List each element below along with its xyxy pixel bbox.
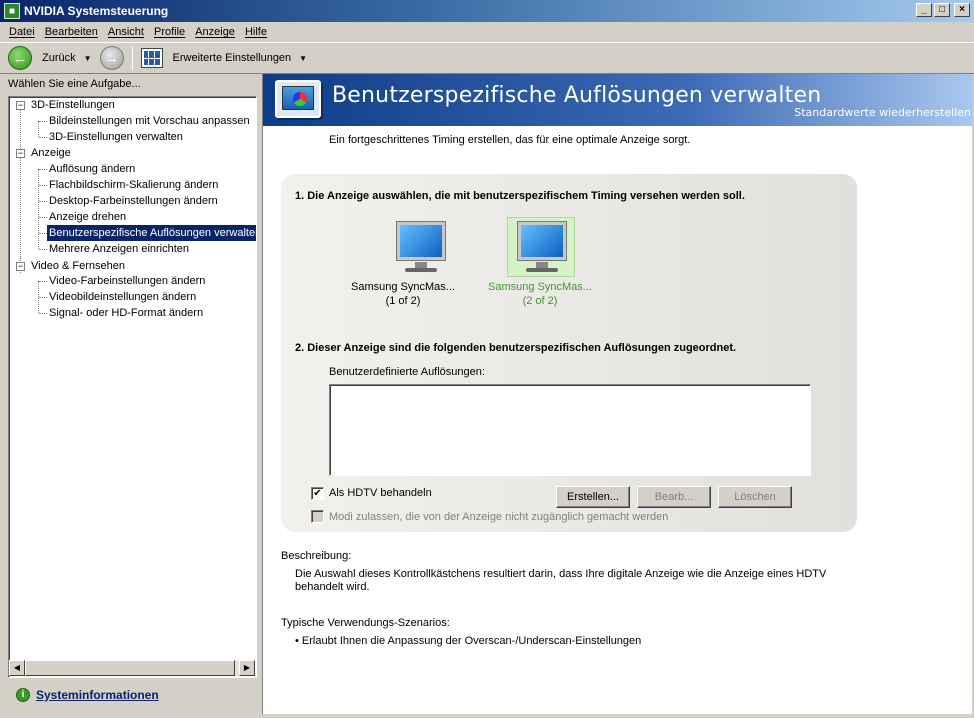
tree-item-farbeinstellungen[interactable]: Desktop-Farbeinstellungen ändern <box>49 193 218 209</box>
display-2-label[interactable]: Samsung SyncMas... (2 of 2) <box>475 280 605 308</box>
menu-bar: Datei Bearbeiten Ansicht Profile Anzeige… <box>0 22 974 42</box>
settings-panel: 1. Die Anzeige auswählen, die mit benutz… <box>281 174 857 532</box>
menu-ansicht[interactable]: Ansicht <box>103 26 149 38</box>
custom-resolutions-label: Benutzerdefinierte Auflösungen: <box>329 366 485 378</box>
tree-item-skalierung[interactable]: Flachbildschirm-Skalierung ändern <box>49 177 218 193</box>
collapse-3d-icon[interactable]: − <box>16 101 25 110</box>
usage-heading: Typische Verwendungs-Szenarios: <box>281 617 450 629</box>
advanced-settings-button[interactable]: Erweiterte Einstellungen <box>173 52 292 64</box>
tree-line <box>38 169 39 249</box>
tree-item-3d-verwalten[interactable]: 3D-Einstellungen verwalten <box>49 129 183 145</box>
tree-horizontal-scrollbar[interactable]: ◀ ▶ <box>9 660 255 676</box>
info-icon: i <box>16 688 30 702</box>
display-2-name: Samsung SyncMas... <box>488 281 592 293</box>
minimize-button[interactable]: _ <box>916 3 932 17</box>
display-2-monitor-icon[interactable] <box>507 217 575 277</box>
tree-item-bildeinstellungen[interactable]: Bildeinstellungen mit Vorschau anpassen <box>49 113 250 129</box>
menu-anzeige[interactable]: Anzeige <box>190 26 240 38</box>
tree-branch <box>39 249 47 250</box>
forward-arrow-icon[interactable]: → <box>99 46 124 70</box>
scroll-left-icon[interactable]: ◀ <box>9 660 25 676</box>
collapse-anzeige-icon[interactable]: − <box>16 149 25 158</box>
usage-item: • Erlaubt Ihnen die Anpassung der Oversc… <box>295 635 642 647</box>
tree-group-video[interactable]: Video & Fernsehen <box>31 258 125 274</box>
display-settings-icon <box>275 80 321 118</box>
window-title: NVIDIA Systemsteuerung <box>24 4 169 18</box>
menu-bearbeiten[interactable]: Bearbeiten <box>40 26 103 38</box>
menu-datei[interactable]: Datei <box>4 26 40 38</box>
back-dropdown-arrow-icon[interactable]: ▼ <box>84 54 92 63</box>
allow-modes-checkbox-label[interactable]: Modi zulassen, die von der Anzeige nicht… <box>329 511 668 523</box>
tree-branch <box>39 281 47 282</box>
tree-group-anzeige[interactable]: Anzeige <box>31 145 71 161</box>
tree-branch <box>39 217 47 218</box>
display-1-index: (1 of 2) <box>385 295 421 307</box>
title-bar[interactable]: ■ NVIDIA Systemsteuerung _ □ × <box>0 0 974 22</box>
edit-button[interactable]: Bearb... <box>637 486 711 508</box>
tree-item-mehrere-anzeigen[interactable]: Mehrere Anzeigen einrichten <box>49 241 189 257</box>
menu-hilfe[interactable]: Hilfe <box>240 26 272 38</box>
toolbar-separator <box>131 46 133 70</box>
step2-heading: 2. Dieser Anzeige sind die folgenden ben… <box>295 342 737 354</box>
content-pane: Benutzerspezifische Auflösungen verwalte… <box>262 74 973 714</box>
task-header: Wählen Sie eine Aufgabe... <box>8 78 141 90</box>
scroll-thumb[interactable] <box>25 660 235 676</box>
scroll-right-icon[interactable]: ▶ <box>239 660 255 676</box>
hdtv-checkbox-label[interactable]: Als HDTV behandeln <box>329 487 432 499</box>
display-1-name: Samsung SyncMas... <box>351 281 455 293</box>
page-banner: Benutzerspezifische Auflösungen verwalte… <box>263 74 973 126</box>
menu-profile[interactable]: Profile <box>149 26 190 38</box>
restore-defaults-link[interactable]: Standardwerte wiederherstellen <box>794 106 971 119</box>
tree-branch <box>39 233 47 234</box>
step1-heading: 1. Die Anzeige auswählen, die mit benutz… <box>295 190 745 202</box>
advanced-dropdown-arrow-icon[interactable]: ▼ <box>299 54 307 63</box>
delete-button[interactable]: Löschen <box>718 486 792 508</box>
hdtv-checkbox[interactable]: ✔ <box>311 487 324 500</box>
create-button[interactable]: Erstellen... <box>556 486 630 508</box>
toolbar: ← Zurück ▼ → Erweiterte Einstellungen ▼ <box>0 42 974 74</box>
description-text: Die Auswahl dieses Kontrollkästchens res… <box>295 568 827 593</box>
page-intro: Ein fortgeschrittenes Timing erstellen, … <box>329 134 691 146</box>
display-1-label[interactable]: Samsung SyncMas... (1 of 2) <box>338 280 468 308</box>
back-button-label[interactable]: Zurück <box>42 52 76 64</box>
tree-item-benutzerspezifisch[interactable]: Benutzerspezifische Auflösungen verwalte… <box>47 225 256 241</box>
tree-branch <box>39 121 47 122</box>
tree-branch <box>39 169 47 170</box>
tree-item-videobild[interactable]: Videobildeinstellungen ändern <box>49 289 196 305</box>
tree-branch <box>39 185 47 186</box>
maximize-button[interactable]: □ <box>934 3 950 17</box>
system-info: i Systeminformationen <box>16 688 159 702</box>
tree-item-video-farbe[interactable]: Video-Farbeinstellungen ändern <box>49 273 205 289</box>
tree-branch <box>39 137 47 138</box>
page-title: Benutzerspezifische Auflösungen verwalte… <box>332 83 822 108</box>
tree-group-3d[interactable]: 3D-Einstellungen <box>31 97 115 113</box>
display-1-monitor-icon[interactable] <box>387 218 455 278</box>
allow-modes-checkbox[interactable] <box>311 510 324 523</box>
advanced-settings-icon[interactable] <box>140 48 163 68</box>
display-2-index: (2 of 2) <box>522 295 558 307</box>
tree-branch <box>39 297 47 298</box>
tree-branch <box>39 313 47 314</box>
tree-item-drehen[interactable]: Anzeige drehen <box>49 209 126 225</box>
tree-item-aufloesung[interactable]: Auflösung ändern <box>49 161 135 177</box>
back-arrow-icon[interactable]: ← <box>8 46 32 70</box>
system-info-link[interactable]: Systeminformationen <box>36 688 159 702</box>
collapse-video-icon[interactable]: − <box>16 262 25 271</box>
tree-line <box>38 121 39 137</box>
task-tree: − 3D-Einstellungen Bildeinstellungen mit… <box>8 96 257 678</box>
tree-item-signal-format[interactable]: Signal- oder HD-Format ändern <box>49 305 203 321</box>
nvidia-app-icon: ■ <box>4 3 20 19</box>
tree-branch <box>39 201 47 202</box>
description-heading: Beschreibung: <box>281 550 352 562</box>
close-button[interactable]: × <box>954 3 970 17</box>
custom-resolutions-list[interactable] <box>329 384 811 476</box>
tree-line <box>20 109 21 273</box>
